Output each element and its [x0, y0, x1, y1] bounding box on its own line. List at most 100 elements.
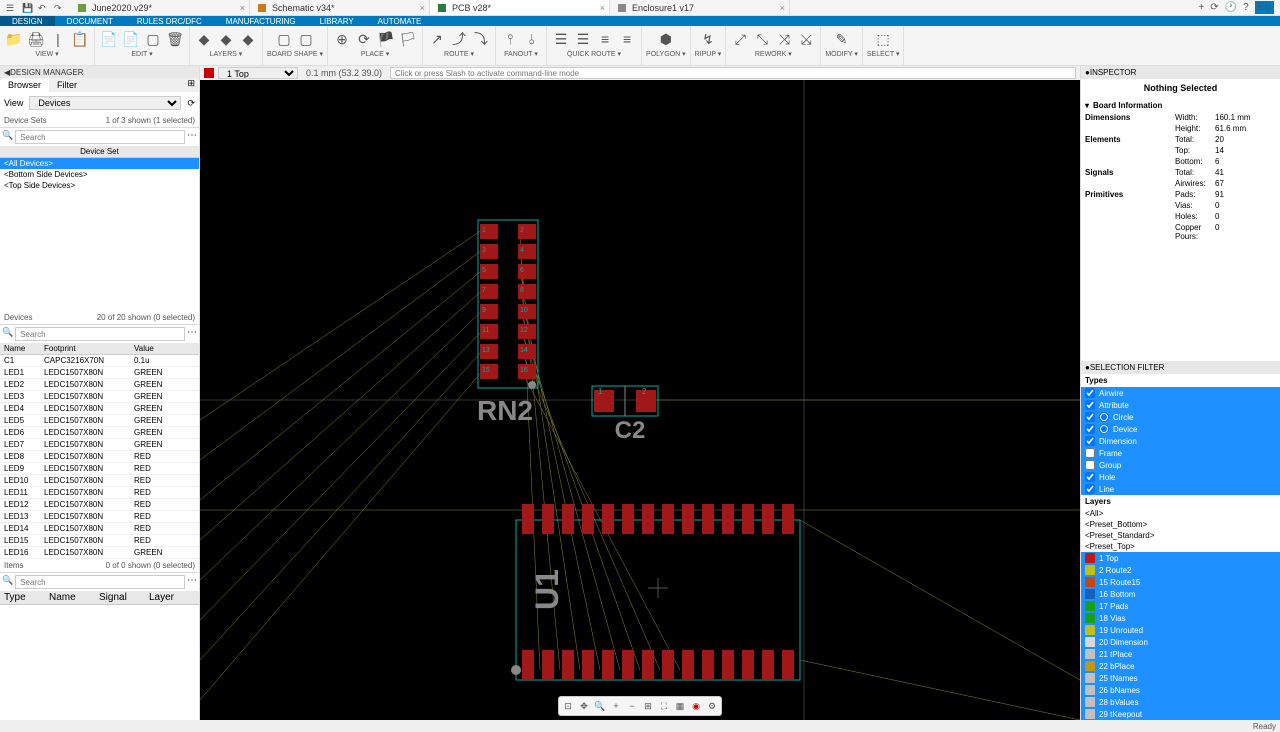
zoom-fit-icon[interactable]: ⛶ — [657, 699, 671, 713]
tool-button[interactable]: ⤢ — [730, 28, 750, 50]
tool-button[interactable]: ↗ — [427, 28, 447, 50]
tool-button[interactable]: ⫯ — [500, 28, 520, 50]
tool-button[interactable]: 🖨 — [26, 28, 46, 50]
tool-label[interactable]: RIPUP ▾ — [695, 50, 722, 59]
tool-button[interactable]: 🗑 — [165, 28, 185, 50]
menu-rules[interactable]: RULES DRC/DFC — [125, 16, 214, 26]
tool-button[interactable]: 🏴 — [376, 28, 396, 50]
menu-icon[interactable]: ⋯ — [187, 575, 197, 589]
device-sets-search[interactable] — [15, 130, 185, 144]
layer-row[interactable]: 28 bValues — [1081, 696, 1280, 708]
device-row[interactable]: LED6LEDC1507X80NGREEN — [0, 427, 199, 439]
layer-row[interactable]: 18 Vias — [1081, 612, 1280, 624]
tool-button[interactable]: ✎ — [832, 28, 852, 50]
filter-item[interactable]: Hole — [1081, 471, 1280, 483]
tool-button[interactable]: ▢ — [274, 28, 294, 50]
device-row[interactable]: LED4LEDC1507X80NGREEN — [0, 403, 199, 415]
command-input[interactable] — [390, 67, 1076, 79]
filter-item[interactable]: Dimension — [1081, 435, 1280, 447]
refresh-icon[interactable]: ⟳ — [187, 98, 195, 109]
tool-label[interactable]: EDIT ▾ — [131, 50, 152, 59]
collapse-icon[interactable]: ⊞ — [183, 78, 199, 92]
tool-button[interactable]: ⫰ — [522, 28, 542, 50]
device-row[interactable]: LED5LEDC1507X80NGREEN — [0, 415, 199, 427]
help-icon[interactable]: ? — [1243, 2, 1249, 13]
device-row[interactable]: LED11LEDC1507X80NRED — [0, 487, 199, 499]
undo-icon[interactable]: ↶ — [38, 3, 48, 13]
items-search[interactable] — [15, 575, 185, 589]
layer-row[interactable]: 1 Top — [1081, 552, 1280, 564]
filter-item[interactable]: Attribute — [1081, 399, 1280, 411]
device-row[interactable]: LED15LEDC1507X80NRED — [0, 535, 199, 547]
tool-button[interactable]: ⊕ — [332, 28, 352, 50]
tool-button[interactable]: ⤡ — [752, 28, 772, 50]
view-select[interactable]: Devices — [29, 96, 181, 110]
tool-button[interactable]: ↯ — [698, 28, 718, 50]
device-row[interactable]: LED9LEDC1507X80NRED — [0, 463, 199, 475]
device-row[interactable]: C1CAPC3216X70N0.1u — [0, 355, 199, 367]
close-icon[interactable]: × — [600, 3, 605, 13]
user-badge[interactable]: EB — [1255, 1, 1274, 14]
tool-button[interactable]: ⟳ — [354, 28, 374, 50]
tool-button[interactable]: ☰ — [573, 28, 593, 50]
layer-preset[interactable]: <Preset_Bottom> — [1081, 519, 1280, 530]
menu-automate[interactable]: AUTOMATE — [366, 16, 434, 26]
menu-document[interactable]: DOCUMENT — [55, 16, 125, 26]
tool-label[interactable]: FANOUT ▾ — [504, 50, 538, 59]
tool-label[interactable]: VIEW ▾ — [35, 50, 58, 59]
tool-label[interactable]: SELECT ▾ — [867, 50, 900, 59]
device-row[interactable]: LED10LEDC1507X80NRED — [0, 475, 199, 487]
tool-button[interactable]: ⬢ — [656, 28, 676, 50]
display-icon[interactable]: ◉ — [689, 699, 703, 713]
layer-row[interactable]: 20 Dimension — [1081, 636, 1280, 648]
menu-icon[interactable]: ⋯ — [187, 327, 197, 341]
layer-preset[interactable]: <Preset_Top> — [1081, 541, 1280, 552]
file-tab[interactable]: Enclosure1 v17× — [610, 0, 790, 15]
device-row[interactable]: LED3LEDC1507X80NGREEN — [0, 391, 199, 403]
tool-label[interactable]: ROUTE ▾ — [444, 50, 474, 59]
tool-button[interactable]: 📄 — [99, 28, 119, 50]
device-set-row[interactable]: <Top Side Devices> — [0, 180, 199, 191]
layer-row[interactable]: 16 Bottom — [1081, 588, 1280, 600]
pan-icon[interactable]: ✥ — [577, 699, 591, 713]
device-row[interactable]: LED13LEDC1507X80NRED — [0, 511, 199, 523]
filter-item[interactable]: Frame — [1081, 447, 1280, 459]
layer-row[interactable]: 21 tPlace — [1081, 648, 1280, 660]
tool-label[interactable]: BOARD SHAPE ▾ — [267, 50, 323, 59]
zoom-icon[interactable]: 🔍 — [593, 699, 607, 713]
device-row[interactable]: LED16LEDC1507X80NGREEN — [0, 547, 199, 559]
filter-item[interactable]: Airwire — [1081, 387, 1280, 399]
tab-browser[interactable]: Browser — [0, 78, 49, 92]
save-icon[interactable]: 💾 — [22, 3, 32, 13]
device-row[interactable]: LED2LEDC1507X80NGREEN — [0, 379, 199, 391]
tool-button[interactable]: ⤨ — [774, 28, 794, 50]
filter-item[interactable]: Circle — [1081, 411, 1280, 423]
tab-filter[interactable]: Filter — [49, 78, 85, 92]
layer-select[interactable]: 1 Top — [218, 67, 298, 79]
redo-icon[interactable]: ↷ — [54, 3, 64, 13]
tool-label[interactable]: REWORK ▾ — [755, 50, 792, 59]
board-info-header[interactable]: ▾ Board Information — [1085, 99, 1276, 112]
close-icon[interactable]: × — [780, 3, 785, 13]
layer-row[interactable]: 17 Pads — [1081, 600, 1280, 612]
filter-item[interactable]: Group — [1081, 459, 1280, 471]
filter-item[interactable]: Device — [1081, 423, 1280, 435]
fit-icon[interactable]: ⊡ — [561, 699, 575, 713]
pcb-canvas[interactable]: 12345678910111213141516 RN2 1 2 C2 U1 — [200, 80, 1080, 720]
layer-row[interactable]: 26 bNames — [1081, 684, 1280, 696]
layer-chip[interactable]: 1 Top — [204, 67, 298, 79]
menu-design[interactable]: DESIGN — [0, 16, 55, 26]
tool-button[interactable]: ◆ — [238, 28, 258, 50]
layer-row[interactable]: 22 bPlace — [1081, 660, 1280, 672]
layer-preset[interactable]: <Preset_Standard> — [1081, 530, 1280, 541]
tool-label[interactable]: LAYERS ▾ — [210, 50, 243, 59]
layer-row[interactable]: 15 Route15 — [1081, 576, 1280, 588]
device-row[interactable]: LED7LEDC1507X80NGREEN — [0, 439, 199, 451]
tool-button[interactable]: ⤵ — [471, 28, 491, 50]
tool-label[interactable]: PLACE ▾ — [361, 50, 389, 59]
sync-icon[interactable]: ⟳ — [1210, 2, 1218, 13]
layer-row[interactable]: 25 tNames — [1081, 672, 1280, 684]
device-set-row[interactable]: <Bottom Side Devices> — [0, 169, 199, 180]
notify-icon[interactable]: 🕐 — [1225, 2, 1237, 13]
tool-button[interactable]: ▢ — [296, 28, 316, 50]
